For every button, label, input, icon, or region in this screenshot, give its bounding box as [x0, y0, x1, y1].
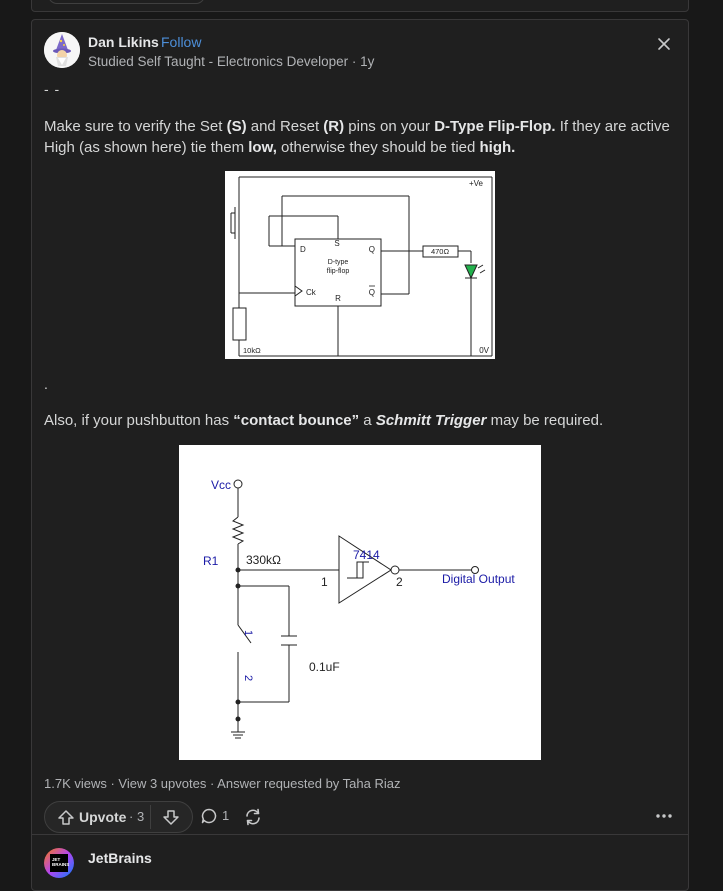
comment-count: 1: [222, 808, 230, 823]
answer-paragraph-2: Also, if your pushbutton has “contact bo…: [44, 412, 604, 429]
fig2-r1-label: R1: [203, 554, 219, 568]
fig2-switch-pin1: 1: [242, 630, 254, 636]
fig1-ck-label: Ck: [306, 288, 317, 297]
fig1-r-label: R: [335, 294, 341, 303]
previous-card-button[interactable]: [48, 0, 205, 4]
fig1-flipflop-label: flip-flop: [327, 268, 350, 275]
fig1-10k-label: 10kΩ: [243, 346, 261, 355]
fig1-d-label: D: [300, 245, 306, 254]
next-item-name[interactable]: JetBrains: [88, 850, 152, 866]
downvote-arrow-icon: [163, 810, 179, 825]
upvote-arrow-icon: [58, 810, 74, 825]
fig2-ic-label: 7414: [353, 548, 380, 562]
fig1-dtype-label: D-type: [328, 259, 349, 266]
fig1-q-label: Q: [369, 245, 375, 254]
author-credential[interactable]: Studied Self Taught - Electronics Develo…: [88, 54, 374, 69]
fig1-s-label: S: [334, 239, 339, 248]
schmitt-trigger-schematic[interactable]: Vcc R1 330kΩ 7414 1 2 Digital Output 0.1…: [179, 445, 541, 760]
follow-button[interactable]: Follow: [161, 34, 201, 50]
fig2-pin1-label: 1: [321, 575, 328, 589]
answer-paragraph-1: Make sure to verify the Set (S) and Rese…: [44, 118, 670, 156]
fig1-0v-label: 0V: [479, 346, 489, 355]
answer-card: Dan Likins · Follow Studied Self Taught …: [31, 19, 689, 891]
fig2-switch-pin2: 2: [242, 675, 254, 681]
jetbrains-logo-icon: JET BRAINS: [44, 848, 74, 878]
wizard-avatar-icon: [44, 32, 80, 68]
fig1-qbar-label: Q: [369, 288, 375, 297]
d-flip-flop-schematic[interactable]: +Ve D S Q D-type flip-flop Ck R Q 470Ω 1…: [225, 171, 495, 359]
share-icon: [246, 808, 260, 826]
fig2-r1-value: 330kΩ: [246, 553, 281, 567]
close-button[interactable]: [652, 32, 676, 56]
schmitt-trigger-schematic-drawing: Vcc R1 330kΩ 7414 1 2 Digital Output 0.1…: [203, 478, 515, 739]
comment-button[interactable]: 1: [200, 804, 236, 830]
answer-stats[interactable]: 1.7K views · View 3 upvotes · Answer req…: [44, 776, 400, 791]
fig2-pin2-label: 2: [396, 575, 403, 589]
fig1-vplus-label: +Ve: [469, 179, 484, 188]
vote-group: Upvote · 3: [44, 801, 193, 833]
upvote-button[interactable]: Upvote · 3: [45, 802, 149, 832]
next-item-divider: [32, 834, 688, 835]
downvote-button[interactable]: [151, 802, 192, 832]
close-icon: [658, 38, 670, 50]
share-button[interactable]: [243, 804, 267, 830]
more-options-button[interactable]: [652, 804, 676, 828]
author-separator: ·: [151, 34, 156, 50]
d-flip-flop-schematic-drawing: +Ve D S Q D-type flip-flop Ck R Q 470Ω 1…: [230, 176, 493, 357]
fig2-output-label: Digital Output: [442, 572, 515, 586]
answer-dot: .: [44, 376, 48, 392]
fig2-vcc-label: Vcc: [211, 478, 231, 492]
more-dots-icon: [656, 814, 672, 818]
comment-bubble-icon: [201, 808, 217, 824]
fig2-cap-label: 0.1uF: [309, 660, 340, 674]
author-avatar[interactable]: [44, 32, 80, 68]
jetbrains-logo[interactable]: JET BRAINS: [44, 848, 74, 878]
author-name[interactable]: Dan Likins: [88, 34, 159, 50]
answer-separator-dashes: - -: [44, 81, 61, 97]
jetbrains-logo-text-2: BRAINS: [52, 862, 69, 867]
upvote-label: Upvote: [79, 809, 127, 825]
upvote-count: · 3: [129, 809, 145, 824]
fig1-470-label: 470Ω: [431, 247, 450, 256]
